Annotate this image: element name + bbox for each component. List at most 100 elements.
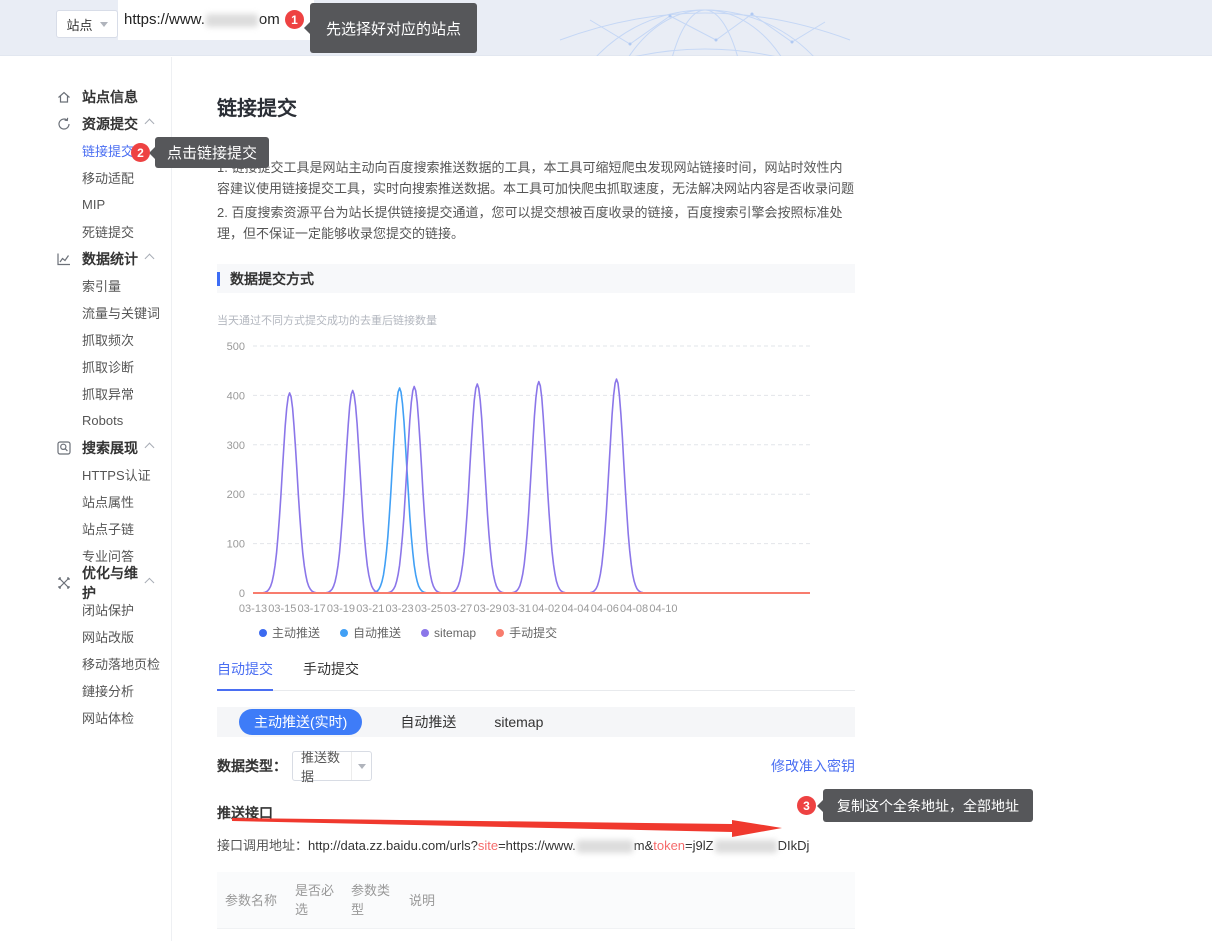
submission-chart-svg: 010020030040050003-1303-1503-1703-1903-2… [217,332,855,624]
data-type-row: 数据类型： 推送数据 修改准入密钥 [217,751,855,781]
section-title: 数据提交方式 [230,269,314,289]
sidebar-item-crawl-frequency[interactable]: 抓取频次 [0,326,171,353]
legend-dot [496,629,504,637]
censored-token-patch [715,840,777,853]
chevron-up-icon [145,254,155,264]
current-site-url: https://www.om [124,0,280,40]
params-table: 参数名称 是否必选 参数类型 说明 site 是 string 在搜索资源平台验… [217,872,855,941]
sidebar-section-data-stats[interactable]: 数据统计 [0,245,171,272]
svg-text:04-04: 04-04 [561,603,589,615]
sidebar-item-traffic-keywords[interactable]: 流量与关键词 [0,299,171,326]
site-selector-label: 站点 [66,15,92,34]
svg-text:03-25: 03-25 [415,603,443,615]
sidebar-item-index-volume[interactable]: 索引量 [0,272,171,299]
sidebar-item-site-checkup[interactable]: 网站体检 [0,704,171,731]
sidebar-item-crawl-diagnosis[interactable]: 抓取诊断 [0,353,171,380]
tab-auto-submit[interactable]: 自动提交 [217,659,273,691]
svg-text:400: 400 [227,390,245,402]
chevron-down-icon [358,764,366,769]
sidebar-item-https-cert[interactable]: HTTPS认证 [0,461,171,488]
data-type-label: 数据类型： [217,756,287,776]
usage-line-1: 1. 链接提交工具是网站主动向百度搜索推送数据的工具，本工具可缩短爬虫发现网站链… [217,157,855,199]
sidebar-section-site-info[interactable]: 站点信息 [0,83,171,110]
chevron-down-icon [100,22,108,27]
usage-line-2: 2. 百度搜索资源平台为站长提供链接提交通道，您可以提交想被百度收录的链接，百度… [217,202,855,244]
chart-subtitle: 当天通过不同方式提交成功的去重后链接数量 [217,312,855,328]
svg-text:300: 300 [227,440,245,452]
svg-text:03-27: 03-27 [444,603,472,615]
legend-item-auto-push[interactable]: 自动推送 [340,624,401,641]
tab-manual-submit[interactable]: 手动提交 [303,659,359,690]
legend-dot [259,629,267,637]
page-title: 链接提交 [217,92,855,121]
sidebar-section-resource-submit[interactable]: 资源提交 [0,110,171,137]
stats-chart-icon [56,251,72,267]
section-accent-bar [217,272,220,286]
auto-submit-subtabs: 主动推送(实时) 自动推送 sitemap [217,707,855,737]
sidebar-section-search-display[interactable]: 搜索展现 [0,434,171,461]
legend-item-active-push[interactable]: 主动推送 [259,624,320,641]
change-access-key-link[interactable]: 修改准入密钥 [771,756,855,776]
chart-legend: 主动推送 自动推送 sitemap 手动提交 [259,624,855,641]
step-tooltip-1: 先选择好对应的站点 [310,3,477,53]
step-badge-2: 2 [131,143,150,162]
red-arrow-annotation [228,813,788,841]
svg-text:500: 500 [227,341,245,353]
sidebar-item-site-revamp[interactable]: 网站改版 [0,623,171,650]
table-row-site: site 是 string 在搜索资源平台验证的站点，比如www.example… [217,929,855,941]
svg-text:04-10: 04-10 [649,603,677,615]
svg-text:200: 200 [227,489,245,501]
sidebar-item-robots[interactable]: Robots [0,407,171,434]
legend-dot [421,629,429,637]
data-type-value: 推送数据 [293,747,351,785]
search-display-icon [56,440,72,456]
step-badge-1: 1 [285,10,304,29]
home-icon [56,89,72,105]
sidebar-item-site-sublink[interactable]: 站点子链 [0,515,171,542]
step-tooltip-2: 点击链接提交 [155,137,269,168]
chevron-up-icon [145,443,155,453]
svg-text:100: 100 [227,539,245,551]
legend-item-sitemap[interactable]: sitemap [421,624,476,641]
sidebar-item-dead-link[interactable]: 死链提交 [0,218,171,245]
sidebar-item-mobile-landing-check[interactable]: 移动落地页检 [0,650,171,677]
section-header: 数据提交方式 [217,264,855,293]
censored-site-patch [577,840,633,853]
sidebar-item-mobile-adapt[interactable]: 移动适配 [0,164,171,191]
svg-text:04-06: 04-06 [591,603,619,615]
col-param-type: 参数类型 [343,872,401,929]
step-tooltip-3: 复制这个全条地址，全部地址 [823,789,1033,822]
legend-item-manual-submit[interactable]: 手动提交 [496,624,557,641]
usage-heading: 使用说明 [217,135,855,154]
dropdown-caret [351,752,371,780]
col-param-name: 参数名称 [217,872,287,929]
table-header-row: 参数名称 是否必选 参数类型 说明 [217,872,855,929]
sidebar-section-optimize-maintain[interactable]: 优化与维护 [0,569,171,596]
sidebar-item-mip[interactable]: MIP [0,191,171,218]
censored-url-patch [206,14,258,27]
subtab-sitemap[interactable]: sitemap [494,714,543,730]
site-selector-dropdown[interactable]: 站点 [56,10,118,38]
svg-text:04-08: 04-08 [620,603,648,615]
sidebar-item-site-property[interactable]: 站点属性 [0,488,171,515]
svg-text:03-13: 03-13 [239,603,267,615]
topbar: 站点 https://www.om [0,0,1212,56]
sidebar-nav: 站点信息 资源提交 链接提交 移动适配 MIP 死链提交 数据统计 索引量 流量… [0,57,172,941]
col-description: 说明 [401,872,855,929]
baidu-webmaster-link-submit-page: { "colors": { "accent_blue": "#4a6ef2", … [0,0,1212,941]
step-badge-3: 3 [797,796,816,815]
svg-text:03-21: 03-21 [356,603,384,615]
maintenance-icon [56,575,72,591]
main-content: 链接提交 使用说明 1. 链接提交工具是网站主动向百度搜索推送数据的工具，本工具… [172,56,1212,941]
svg-text:04-02: 04-02 [532,603,560,615]
subtab-auto-push[interactable]: 自动推送 [400,712,456,732]
submit-mode-tabs: 自动提交 手动提交 [217,659,855,691]
legend-dot [340,629,348,637]
svg-text:03-31: 03-31 [503,603,531,615]
subtab-active-push-realtime[interactable]: 主动推送(实时) [239,709,362,735]
data-type-dropdown[interactable]: 推送数据 [292,751,372,781]
sidebar-item-link-analysis[interactable]: 鏈接分析 [0,677,171,704]
sidebar-item-crawl-errors[interactable]: 抓取异常 [0,380,171,407]
resource-submit-icon [56,116,72,132]
svg-text:03-19: 03-19 [327,603,355,615]
